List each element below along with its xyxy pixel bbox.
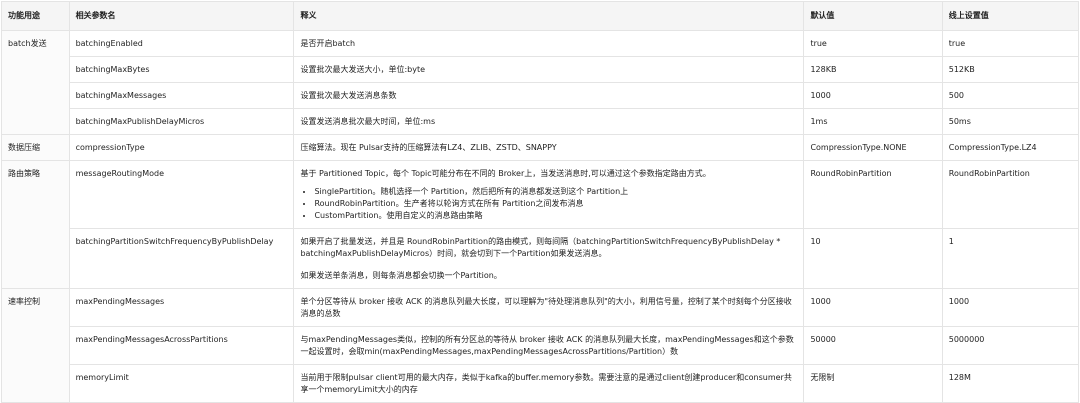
default-cell: 128KB (803, 56, 943, 83)
param-cell: messageRoutingMode (68, 160, 295, 229)
desc-cell: 当前用于限制pulsar client可用的最大内存，类似于kafka的buff… (293, 364, 805, 403)
table-row: 数据压缩 compressionType 压缩算法。现在 Pulsar支持的压缩… (1, 134, 1080, 161)
desc-text: 如果开启了批量发送，并且是 RoundRobinPartition的路由模式，则… (300, 237, 781, 258)
param-cell: batchingEnabled (68, 30, 295, 57)
group-cell: 数据压缩 (1, 134, 70, 161)
default-cell: 50000 (803, 326, 943, 365)
default-cell: 1000 (803, 288, 943, 327)
desc-cell: 是否开启batch (293, 30, 805, 57)
header-param-name: 相关参数名 (68, 1, 295, 31)
desc-cell: 与maxPendingMessages类似，控制的所有分区总的等待从 broke… (293, 326, 805, 365)
table-row: batch发送 batchingEnabled 是否开启batch true t… (1, 30, 1080, 135)
desc-text-2: 如果发送单条消息，则每条消息都会切换一个Partition。 (300, 271, 502, 280)
group-cell: 路由策略 (1, 160, 70, 289)
desc-cell: 压缩算法。现在 Pulsar支持的压缩算法有LZ4、ZLIB、ZSTD、SNAP… (293, 134, 805, 161)
table-row: batchingMaxPublishDelayMicros 设置发送消息批次最大… (2, 108, 1080, 135)
default-cell: 1000 (803, 82, 943, 109)
online-cell: CompressionType.LZ4 (941, 134, 1080, 161)
online-cell: 50ms (941, 108, 1080, 135)
online-cell: RoundRobinPartition (941, 160, 1080, 229)
desc-cell: 设置批次最大发送大小，单位:byte (293, 56, 805, 83)
table-row: memoryLimit 当前用于限制pulsar client可用的最大内存，类… (2, 364, 1080, 403)
online-cell: 512KB (941, 56, 1080, 83)
online-cell: 1000 (941, 288, 1080, 327)
param-cell: maxPendingMessagesAcrossPartitions (68, 326, 295, 365)
header-description: 释义 (293, 1, 805, 31)
group-cell: 速率控制 (1, 288, 70, 403)
header-online-value: 线上设置值 (941, 1, 1080, 31)
list-item: SinglePartition。随机选择一个 Partition，然后把所有的消… (314, 186, 797, 198)
desc-cell: 基于 Partitioned Topic，每个 Topic可能分布在不同的 Br… (293, 160, 805, 229)
online-cell: 128M (941, 364, 1080, 403)
table-row: batchingPartitionSwitchFrequencyByPublis… (2, 228, 1080, 289)
list-item: CustomPartition。使用自定义的消息路由策略 (314, 210, 797, 222)
list-item: RoundRobinPartition。生产者将以轮询方式在所有 Partiti… (314, 198, 797, 210)
param-cell: batchingMaxPublishDelayMicros (68, 108, 295, 135)
table-row: 速率控制 maxPendingMessages 单个分区等待从 broker 接… (1, 288, 1080, 403)
table-row: batchingMaxBytes 设置批次最大发送大小，单位:byte 128K… (2, 56, 1080, 83)
routing-mode-list: SinglePartition。随机选择一个 Partition，然后把所有的消… (300, 186, 797, 222)
param-cell: batchingMaxBytes (68, 56, 295, 83)
online-cell: 500 (941, 82, 1080, 109)
table-row: 路由策略 messageRoutingMode 基于 Partitioned T… (1, 160, 1080, 289)
table-row: maxPendingMessagesAcrossPartitions 与maxP… (2, 326, 1080, 365)
default-cell: 无限制 (803, 364, 943, 403)
header-default: 默认值 (803, 1, 943, 31)
desc-cell: 如果开启了批量发送，并且是 RoundRobinPartition的路由模式，则… (293, 228, 805, 289)
online-cell: true (941, 30, 1080, 57)
online-cell: 1 (941, 228, 1080, 289)
desc-cell: 设置发送消息批次最大时间，单位:ms (293, 108, 805, 135)
desc-cell: 设置批次最大发送消息条数 (293, 82, 805, 109)
param-cell: batchingMaxMessages (68, 82, 295, 109)
header-usage: 功能用途 (1, 1, 70, 31)
param-cell: batchingPartitionSwitchFrequencyByPublis… (68, 228, 295, 289)
default-cell: CompressionType.NONE (803, 134, 943, 161)
group-cell: batch发送 (1, 30, 70, 135)
param-cell: maxPendingMessages (68, 288, 295, 327)
table-row: batchingMaxMessages 设置批次最大发送消息条数 1000 50… (2, 82, 1080, 109)
default-cell: 10 (803, 228, 943, 289)
param-cell: memoryLimit (68, 364, 295, 403)
online-cell: 5000000 (941, 326, 1080, 365)
param-cell: compressionType (68, 134, 295, 161)
desc-text: 基于 Partitioned Topic，每个 Topic可能分布在不同的 Br… (300, 169, 711, 178)
parameter-table: 功能用途 相关参数名 释义 默认值 线上设置值 batch发送 batching… (1, 1, 1080, 403)
desc-cell: 单个分区等待从 broker 接收 ACK 的消息队列最大长度，可以理解为"待处… (293, 288, 805, 327)
header-row: 功能用途 相关参数名 释义 默认值 线上设置值 (1, 1, 1080, 31)
default-cell: RoundRobinPartition (803, 160, 943, 229)
default-cell: 1ms (803, 108, 943, 135)
default-cell: true (803, 30, 943, 57)
